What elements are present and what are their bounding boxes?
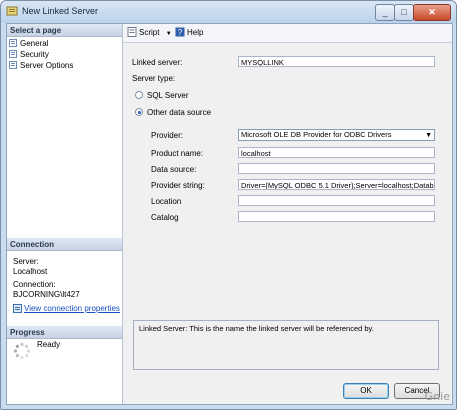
location-label: Location — [151, 197, 182, 206]
ok-button[interactable]: OK — [343, 383, 389, 399]
title-bar: New Linked Server _ □ ✕ — [1, 1, 456, 23]
server-value: Localhost — [13, 267, 48, 276]
page-item-general[interactable]: General — [9, 38, 48, 49]
description-panel: Linked Server: This is the name the link… — [133, 320, 439, 370]
dialog-window: New Linked Server _ □ ✕ Select a page Ge… — [0, 0, 457, 410]
product-name-input[interactable]: localhost — [238, 147, 435, 158]
watermark-text: Gnie — [424, 390, 450, 403]
minimize-button[interactable]: _ — [375, 4, 395, 21]
provider-string-label: Provider string: — [151, 181, 205, 190]
select-page-header: Select a page — [7, 24, 122, 37]
connection-header: Connection — [7, 238, 122, 251]
properties-icon — [13, 304, 22, 313]
script-button[interactable]: Script ▼ — [127, 27, 172, 39]
right-pane: Script ▼ ? Help Linked server: MYSQLLINK … — [123, 24, 452, 404]
other-data-source-label: Other data source — [147, 108, 212, 117]
progress-spinner-icon — [13, 342, 31, 360]
maximize-button[interactable]: □ — [394, 4, 414, 21]
product-name-label: Product name: — [151, 149, 204, 158]
connection-label: Connection: — [13, 280, 56, 289]
catalog-label: Catalog — [151, 213, 179, 222]
page-item-label: Security — [20, 50, 49, 59]
dialog-client: Select a page General Security Server Op… — [6, 23, 453, 405]
help-button[interactable]: ? Help — [175, 27, 203, 39]
page-item-label: General — [20, 39, 49, 48]
data-source-input[interactable] — [238, 163, 435, 174]
connection-value: BJCORNING\lt427 — [13, 290, 80, 299]
data-source-label: Data source: — [151, 165, 197, 174]
page-icon — [9, 50, 17, 58]
progress-header: Progress — [7, 326, 122, 339]
provider-select[interactable]: Microsoft OLE DB Provider for ODBC Drive… — [238, 129, 435, 141]
svg-text:?: ? — [178, 28, 183, 37]
sql-server-radio[interactable] — [135, 91, 143, 99]
view-connection-properties-link[interactable]: View connection properties — [13, 304, 120, 314]
view-connection-properties-label: View connection properties — [24, 304, 120, 313]
page-icon — [9, 61, 17, 69]
provider-selected-value: Microsoft OLE DB Provider for ODBC Drive… — [241, 130, 392, 139]
help-label: Help — [187, 28, 204, 37]
chevron-down-icon: ▼ — [425, 132, 432, 139]
progress-status: Ready — [37, 340, 61, 349]
catalog-input[interactable] — [238, 211, 435, 222]
server-type-label: Server type: — [132, 74, 176, 83]
close-button[interactable]: ✕ — [413, 4, 451, 21]
chevron-down-icon[interactable]: ▼ — [166, 31, 172, 37]
page-item-server-options[interactable]: Server Options — [9, 60, 73, 71]
help-icon: ? — [175, 27, 185, 37]
other-data-source-radio[interactable] — [135, 108, 143, 116]
script-label: Script — [139, 28, 160, 37]
script-icon — [127, 27, 137, 37]
page-item-security[interactable]: Security — [9, 49, 49, 60]
toolbar: Script ▼ ? Help — [123, 24, 452, 43]
provider-label: Provider: — [151, 131, 184, 140]
linked-server-icon — [6, 6, 18, 16]
page-item-label: Server Options — [20, 61, 74, 70]
description-text: Linked Server: This is the name the link… — [139, 324, 374, 333]
linked-server-label: Linked server: — [132, 58, 183, 67]
location-input[interactable] — [238, 195, 435, 206]
left-pane: Select a page General Security Server Op… — [7, 24, 123, 404]
provider-string-input[interactable]: Driver={MySQL ODBC 5.1 Driver};Server=lo… — [238, 179, 435, 190]
server-label: Server: — [13, 257, 39, 266]
linked-server-input[interactable]: MYSQLLINK — [238, 56, 435, 67]
sql-server-label: SQL Server — [147, 91, 189, 100]
window-title: New Linked Server — [22, 6, 99, 16]
page-icon — [9, 39, 17, 47]
